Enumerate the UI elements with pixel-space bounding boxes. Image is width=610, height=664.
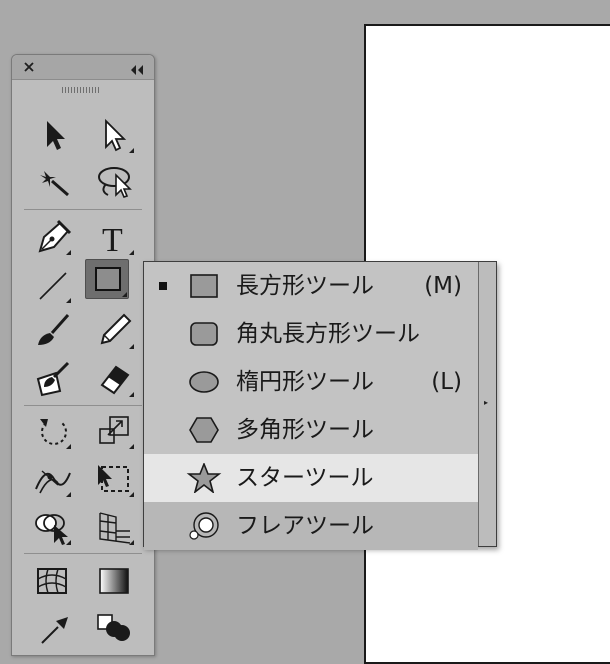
- separator: [24, 553, 142, 554]
- eyedropper-icon: [41, 617, 68, 644]
- collapse-panel-icon[interactable]: [129, 61, 145, 75]
- width-tool[interactable]: [30, 459, 74, 499]
- tearoff-arrow-icon: ▸: [484, 398, 489, 407]
- blend-icon: [97, 614, 130, 641]
- direct-selection-tool[interactable]: [92, 115, 136, 155]
- tearoff-button[interactable]: ▸: [478, 262, 496, 546]
- flyout-list: 長方形ツール (M) 角丸長方形ツール 楕円形ツール (L) 多角形ツール スタ…: [144, 262, 478, 550]
- panel-grip[interactable]: [62, 87, 100, 93]
- flyout-item-flare-tool[interactable]: フレアツール: [144, 502, 478, 550]
- rectangle-icon: [186, 271, 222, 301]
- rotate-tool[interactable]: [30, 411, 74, 451]
- rectangle-tool[interactable]: [85, 259, 129, 299]
- line-segment-tool[interactable]: [30, 265, 74, 305]
- flyout-item-rounded-rectangle-tool[interactable]: 角丸長方形ツール: [144, 310, 478, 358]
- flyout-item-label: 長方形ツール: [236, 273, 374, 299]
- eraser-tool[interactable]: [92, 359, 136, 399]
- pen-tool[interactable]: [30, 217, 74, 257]
- flyout-item-rectangle-tool[interactable]: 長方形ツール (M): [144, 262, 478, 310]
- separator: [24, 405, 142, 406]
- tools-panel: T: [11, 54, 155, 656]
- flare-icon: [186, 511, 222, 541]
- close-icon[interactable]: [22, 59, 36, 73]
- mesh-icon: [37, 568, 67, 594]
- lasso-icon: [98, 167, 132, 198]
- flyout-item-polygon-tool[interactable]: 多角形ツール: [144, 406, 478, 454]
- blob-brush-tool[interactable]: [30, 359, 74, 399]
- blob-brush-icon: [36, 361, 70, 397]
- selection-tool[interactable]: [30, 115, 74, 155]
- flyout-item-label: 多角形ツール: [236, 417, 374, 443]
- separator: [24, 209, 142, 210]
- flyout-item-ellipse-tool[interactable]: 楕円形ツール (L): [144, 358, 478, 406]
- flyout-item-shortcut: (L): [431, 369, 462, 395]
- scale-tool[interactable]: [92, 411, 136, 451]
- brush-icon: [38, 314, 70, 345]
- checkmark-icon: [159, 282, 167, 290]
- eyedropper-tool[interactable]: [30, 609, 74, 649]
- flyout-item-label: 楕円形ツール: [236, 369, 374, 395]
- magic-wand-tool[interactable]: [30, 161, 74, 201]
- lasso-tool[interactable]: [92, 161, 136, 201]
- rounded-rectangle-icon: [186, 319, 222, 349]
- flyout-item-star-tool[interactable]: スターツール: [144, 454, 478, 502]
- gradient-tool[interactable]: [92, 561, 136, 601]
- polygon-icon: [186, 415, 222, 445]
- svg-text:T: T: [102, 222, 123, 257]
- gradient-icon: [99, 568, 129, 594]
- ellipse-icon: [186, 367, 222, 397]
- mesh-tool[interactable]: [30, 561, 74, 601]
- free-transform-tool[interactable]: [92, 459, 136, 499]
- flyout-item-label: 角丸長方形ツール: [236, 321, 420, 347]
- flyout-item-label: フレアツール: [236, 513, 374, 539]
- rectangle-tools-flyout: 長方形ツール (M) 角丸長方形ツール 楕円形ツール (L) 多角形ツール スタ…: [143, 261, 497, 550]
- magic-wand-icon: [40, 171, 69, 197]
- paintbrush-tool[interactable]: [30, 311, 74, 351]
- arrow-icon: [47, 121, 65, 150]
- panel-titlebar[interactable]: [12, 55, 154, 80]
- type-tool[interactable]: T: [92, 217, 136, 257]
- perspective-grid-tool[interactable]: [92, 507, 136, 547]
- shape-builder-tool[interactable]: [30, 507, 74, 547]
- blend-tool[interactable]: [92, 609, 136, 649]
- flyout-item-label: スターツール: [236, 465, 374, 491]
- pencil-tool[interactable]: [92, 311, 136, 351]
- flyout-item-shortcut: (M): [424, 273, 462, 299]
- star-icon: [186, 461, 222, 495]
